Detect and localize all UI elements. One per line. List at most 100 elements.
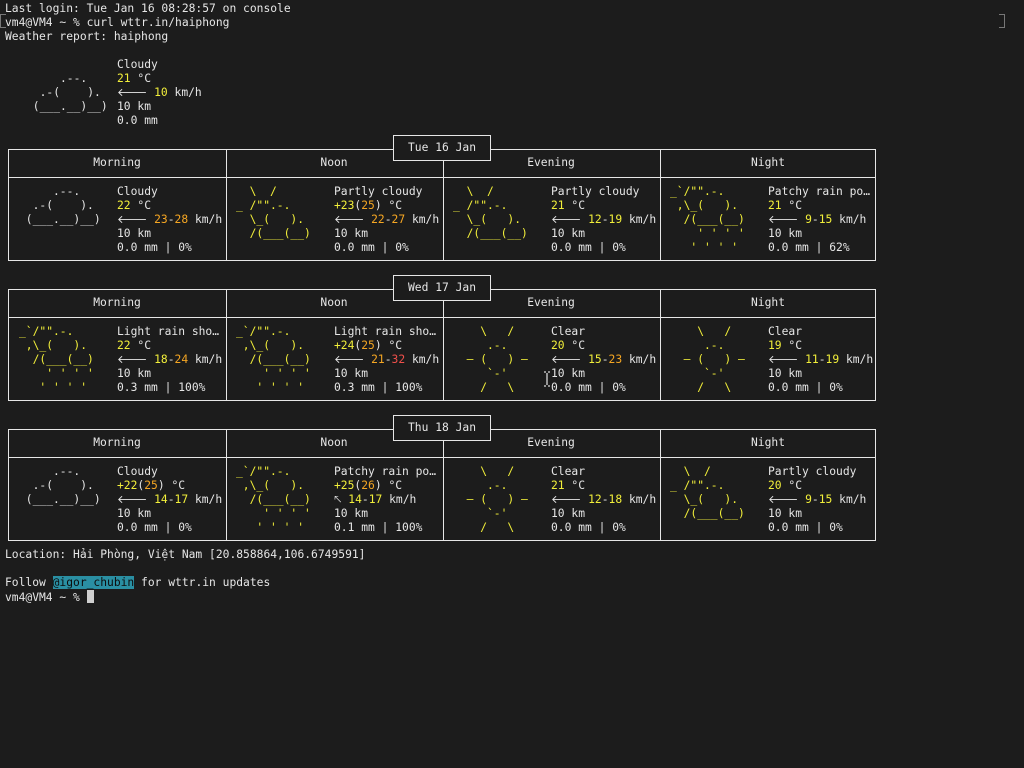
condition-text: Light rain sho…	[334, 325, 437, 338]
visibility: 10 km	[768, 367, 803, 380]
wind-unit: km/h	[405, 213, 440, 226]
wind-unit: km/h	[622, 353, 657, 366]
temperature-unit: °C	[130, 339, 152, 352]
weather-art-icon: \ / .-. ― ( ) ― `-' / \	[683, 325, 745, 394]
condition-text: Partly cloudy	[768, 465, 857, 478]
temperature-segment: 19	[768, 339, 782, 352]
condition-text: Cloudy	[117, 185, 158, 198]
forecast-day-0: Morning Noon Evening Night .--. .-( ). (___…	[8, 149, 876, 261]
precipitation: 0.0 mm | 62%	[768, 241, 850, 254]
wind-segment: 17	[368, 493, 383, 506]
wind-arrow-icon: 🡐	[768, 213, 799, 226]
current-temp-unit: °C	[130, 72, 152, 85]
precipitation: 0.0 mm | 0%	[551, 381, 626, 394]
wind-unit: km/h	[622, 493, 657, 506]
weather-art-icon: _`/"".-. ,\_( ). /(___(__) ' ' ' ' ' ' '…	[236, 465, 311, 534]
forecast-cell: \ / _ /"".-. \_( ). /(___(__) Partly clo…	[660, 465, 876, 535]
wind: 🡐 23-28 km/h	[117, 213, 225, 227]
wind-segment: 15	[818, 493, 833, 506]
current-temp-value: 21	[117, 72, 131, 85]
precipitation: 0.3 mm | 100%	[117, 381, 206, 394]
day-label: Tue 16 Jan	[393, 135, 491, 161]
wind-segment: -	[811, 493, 819, 506]
wind: 🡐 22-27 km/h	[334, 213, 442, 227]
weather-art-icon: _`/"".-. ,\_( ). /(___(__) ' ' ' ' ' ' '…	[19, 325, 94, 394]
temperature: 21 °C	[551, 479, 659, 493]
visibility: 10 km	[551, 367, 586, 380]
follow-handle-link[interactable]: @igor_chubin	[52, 576, 135, 589]
report-title: Weather report: haiphong	[5, 30, 169, 43]
wind: 🡔 14-17 km/h	[334, 493, 442, 507]
temperature: 20 °C	[551, 339, 659, 353]
temperature: 22 °C	[117, 339, 225, 353]
condition-text: Partly cloudy	[551, 185, 640, 198]
condition-text: Clear	[768, 325, 803, 338]
current-visibility: 10 km	[117, 100, 152, 113]
wind-segment: 23	[154, 213, 168, 226]
wind-segment: 22	[371, 213, 385, 226]
forecast-info: Light rain sho… 22 °C 🡐 18-24 km/h 10 km 0.3…	[117, 325, 225, 395]
wind-segment: 14	[348, 493, 362, 506]
wind-segment: 24	[174, 353, 189, 366]
temperature: 21 °C	[768, 199, 876, 213]
precipitation: 0.0 mm | 0%	[551, 521, 626, 534]
wind: 🡐 9-15 km/h	[768, 213, 876, 227]
period-header: Night	[750, 296, 785, 309]
temperature: 21 °C	[551, 199, 659, 213]
condition-text: Patchy rain po…	[768, 185, 871, 198]
wind-unit: km/h	[188, 493, 223, 506]
wind-segment: 9	[805, 213, 812, 226]
current-precip: 0.0 mm	[117, 114, 158, 127]
wind: 🡐 18-24 km/h	[117, 353, 225, 367]
wind: 🡐 15-23 km/h	[551, 353, 659, 367]
condition-text: Patchy rain po…	[334, 465, 437, 478]
wind-arrow-icon: 🡐	[768, 493, 799, 506]
ibeam-cursor-icon	[544, 371, 550, 387]
wind-arrow-icon: 🡐	[551, 213, 582, 226]
condition-text: Clear	[551, 465, 586, 478]
precipitation: 0.0 mm | 0%	[551, 241, 626, 254]
wind-segment: 14	[154, 493, 168, 506]
precipitation: 0.0 mm | 0%	[768, 381, 843, 394]
visibility: 10 km	[117, 507, 152, 520]
forecast-cell: _`/"".-. ,\_( ). /(___(__) ' ' ' ' ' ' '…	[226, 325, 442, 395]
final-prompt-line[interactable]: vm4@VM4 ~ %	[5, 590, 94, 604]
location-line: Location: Hải Phòng, Việt Nam [20.858864…	[5, 548, 366, 561]
precipitation: 0.0 mm | 0%	[334, 241, 409, 254]
forecast-cell: _`/"".-. ,\_( ). /(___(__) ' ' ' ' ' ' '…	[660, 185, 876, 255]
period-header: Night	[750, 436, 785, 449]
temperature-segment: 20	[551, 339, 565, 352]
wind: 🡐 21-32 km/h	[334, 353, 442, 367]
temperature: 19 °C	[768, 339, 876, 353]
forecast-cell: \ / .-. ― ( ) ― `-' / \ Clear 19 °C 🡐 11-1…	[660, 325, 876, 395]
temperature-segment: 21	[768, 199, 782, 212]
forecast-cell: .--. .-( ). (___.__)__) Cloudy +22(25) °C…	[9, 465, 225, 535]
wind-segment: -	[167, 213, 175, 226]
terminal-window[interactable]: Last login: Tue Jan 16 08:28:57 on conso…	[0, 0, 1024, 768]
wind-arrow-icon: 🡐	[117, 493, 148, 506]
visibility: 10 km	[334, 367, 369, 380]
temperature-unit: °C	[781, 339, 803, 352]
scroll-marker-right	[999, 14, 1005, 28]
wind-unit: km/h	[839, 353, 874, 366]
wind-segment: 11	[805, 353, 819, 366]
temperature-segment: +25	[334, 479, 355, 492]
visibility: 10 km	[117, 367, 152, 380]
wind: 🡐 12-18 km/h	[551, 493, 659, 507]
temperature-segment: 22	[117, 199, 131, 212]
wind-arrow-icon: 🡐	[551, 353, 582, 366]
wind-segment: 12	[588, 493, 602, 506]
temperature-segment: 21	[551, 479, 565, 492]
temperature: +25(26) °C	[334, 479, 442, 493]
temperature-segment: 25	[361, 199, 375, 212]
wind-unit: km/h	[382, 493, 417, 506]
weather-art-icon: _`/"".-. ,\_( ). /(___(__) ' ' ' ' ' ' '…	[236, 325, 311, 394]
weather-art-icon: \ / _ /"".-. \_( ). /(___(__)	[453, 185, 528, 240]
wind-segment: 23	[608, 353, 623, 366]
forecast-info: Patchy rain po… +25(26) °C 🡔 14-17 km/h 10 …	[334, 465, 442, 535]
header-divider	[9, 457, 875, 458]
weather-art-icon: \ / .-. ― ( ) ― `-' / \	[466, 325, 528, 394]
wind-segment: -	[601, 493, 609, 506]
forecast-info: Cloudy +22(25) °C 🡐 14-17 km/h 10 km 0.0 mm …	[117, 465, 225, 535]
period-header: Morning	[93, 296, 141, 309]
